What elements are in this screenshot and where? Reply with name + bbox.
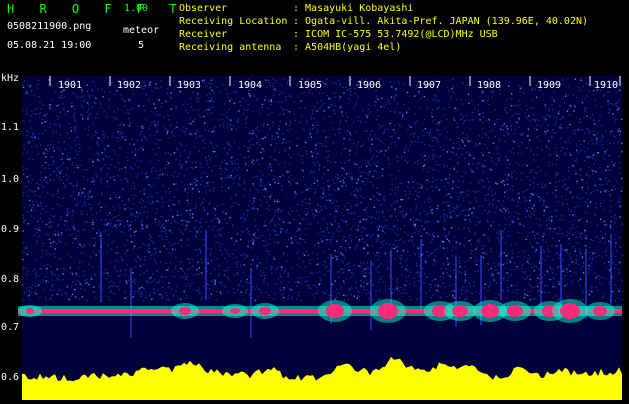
info-value: : A504HB(yagi 4el)	[293, 42, 401, 53]
info-value: : Ogata-vill. Akita-Pref. JAPAN (139.96E…	[293, 16, 588, 27]
spectrogram-plot	[0, 60, 629, 400]
info-label: Observer	[179, 3, 293, 14]
info-value: : ICOM IC-575 53.7492(@LCD)MHz USB	[293, 29, 498, 40]
info-row-receiver: Receiver: ICOM IC-575 53.7492(@LCD)MHz U…	[179, 29, 498, 40]
meteor-streak	[420, 239, 422, 309]
echo-blob	[230, 308, 240, 314]
info-label: Receiver	[179, 29, 293, 40]
y-tick-label: 0.8	[1, 274, 19, 285]
x-tick-label: 1902	[117, 80, 141, 91]
y-tick-label: 0.6	[1, 372, 19, 383]
y-tick-label: 0.7	[1, 322, 19, 333]
spectrogram-canvas	[0, 60, 629, 400]
x-tick-label: 1903	[177, 80, 201, 91]
x-tick-label: 1901	[58, 80, 82, 91]
y-tick-label: 1.1	[1, 122, 19, 133]
meteor-streak	[370, 261, 372, 331]
echo-blob	[179, 307, 191, 315]
datetime: 05.08.21 19:00	[7, 40, 91, 51]
x-tick-label: 1909	[537, 80, 561, 91]
x-tick-label: 1907	[417, 80, 441, 91]
plot-background	[22, 76, 622, 400]
x-tick-label: 1906	[357, 80, 381, 91]
echo-blob	[326, 304, 344, 318]
echo-blob	[378, 303, 398, 319]
header: H R O F F T 1.00 0508211900.png 05.08.21…	[0, 0, 629, 60]
echo-blob	[593, 306, 607, 316]
y-tick-label: 1.0	[1, 174, 19, 185]
filename: 0508211900.png	[7, 21, 91, 32]
meteor-streak	[610, 234, 612, 304]
y-tick-label: 0.9	[1, 224, 19, 235]
app-version: 1.00	[124, 3, 148, 14]
info-value: : Masayuki Kobayashi	[293, 3, 413, 14]
x-tick-label: 1908	[477, 80, 501, 91]
x-tick-label: 1904	[238, 80, 262, 91]
meteor-streak	[250, 268, 252, 338]
info-row-antenna: Receiving antenna: A504HB(yagi 4el)	[179, 42, 401, 53]
info-label: Receiving antenna	[179, 42, 293, 53]
y-axis-unit: kHz	[1, 73, 19, 84]
app-name: H R O F F T	[7, 2, 185, 16]
x-tick-label: 1905	[298, 80, 322, 91]
echo-blob	[26, 308, 34, 314]
meteor-count: 5	[138, 40, 144, 51]
meteor-label: meteor	[123, 25, 159, 36]
meteor-streak	[500, 230, 502, 300]
echo-blob	[560, 303, 580, 319]
echo-blob	[507, 305, 523, 317]
meteor-streak	[100, 232, 102, 302]
meteor-streak	[130, 268, 132, 338]
info-row-location: Receiving Location: Ogata-vill. Akita-Pr…	[179, 16, 588, 27]
meteor-streak	[205, 230, 207, 300]
echo-blob	[259, 307, 271, 315]
echo-blob	[481, 304, 499, 318]
x-tick-label: 1910	[594, 80, 618, 91]
echo-blob	[452, 305, 468, 317]
info-label: Receiving Location	[179, 16, 293, 27]
info-row-observer: Observer: Masayuki Kobayashi	[179, 3, 413, 14]
